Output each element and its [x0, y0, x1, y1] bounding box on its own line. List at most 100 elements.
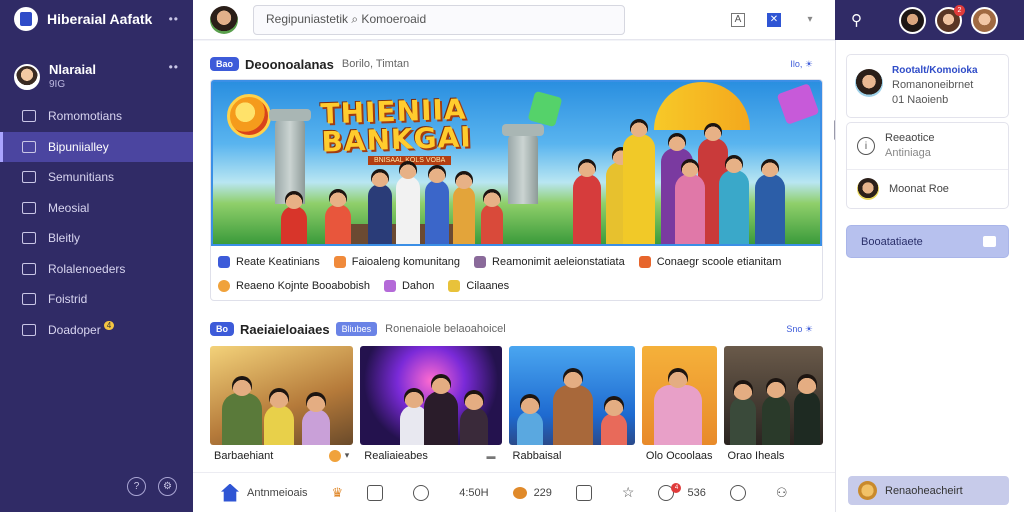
brand[interactable]: Hiberaial Aafatk •• — [0, 0, 193, 38]
video-title: Orao Iheals — [727, 449, 785, 462]
coin-icon — [858, 481, 877, 500]
sidebar-item-5[interactable]: Rolalenoeders — [0, 254, 193, 285]
profile-card[interactable]: Rootalt/Komoioka Romanoneibrnet 01 Naoie… — [846, 54, 1009, 118]
umbrella-graphic — [654, 82, 750, 130]
bottom-toolbar: Antnmeioais ♛ 4:50H 229 ☆ 4 536 ⚇ — [193, 472, 835, 512]
feature-tags: Reate Keatinians Faioaleng komunitang Re… — [211, 246, 822, 300]
card-title[interactable]: Rootalt/Komoioka — [892, 63, 978, 78]
sidebar-item-3[interactable]: Meosial — [0, 193, 193, 224]
sidebar-item-label: Bipuniialley — [48, 139, 109, 154]
profile[interactable]: Nlaraial 9IG •• — [0, 38, 193, 100]
section-tag[interactable]: Bliubes — [335, 322, 378, 336]
video-thumbnail[interactable] — [723, 346, 824, 445]
bottom-item-notifications[interactable]: 4 536 — [658, 482, 706, 501]
video-title: Barbaehiant — [214, 449, 274, 462]
bottom-item-trophy[interactable]: ♛ — [332, 485, 344, 501]
sidebar-item-4[interactable]: Bleitly — [0, 223, 193, 254]
info-icon: i — [857, 137, 875, 155]
featured-banner[interactable]: THIENIIA BANKGAI BNISAAL KOLS VOBA — [211, 80, 822, 246]
chevron-down-icon[interactable]: ▾ — [345, 450, 350, 461]
search-input[interactable] — [266, 12, 624, 27]
feature-tag[interactable]: Conaegr scoole etianitam — [638, 256, 782, 268]
home-icon — [22, 110, 36, 123]
section-subtitle: Borilo, Timtan — [341, 58, 410, 70]
feature-tag[interactable]: Dahon — [383, 280, 434, 292]
feature-tag[interactable]: Faioaleng komunitang — [333, 256, 460, 268]
ball-icon — [227, 94, 271, 138]
section-more-link[interactable]: Ilo, ☀ — [790, 59, 813, 70]
primary-action-button[interactable]: Booatatiaete — [846, 225, 1009, 258]
banner-title-line2: BANKGAI — [320, 120, 473, 159]
chevron-down-icon[interactable]: ▾ — [803, 13, 817, 27]
feature-tag[interactable]: Reaeno Kojnte Booabobish — [218, 280, 370, 292]
main-content: Bao Deoonoalanas Borilo, Timtan Ilo, ☀ T… — [193, 41, 835, 512]
feature-tag-label: Cilaanes — [466, 280, 510, 292]
tag-icon — [333, 256, 346, 268]
video-card[interactable]: Orao Iheals — [723, 346, 824, 466]
list-icon — [22, 171, 36, 184]
avatar[interactable] — [210, 5, 238, 34]
section-more-link[interactable]: Sno ☀ — [786, 324, 813, 335]
gem-icon — [527, 90, 563, 128]
video-card[interactable]: Realiaieabes ▬ — [360, 346, 502, 466]
banner-title: THIENIIA BANKGAI — [320, 93, 473, 159]
sidebar-item-label: Bleitly — [48, 231, 81, 246]
bottom-item-label: Antnmeioais — [247, 486, 308, 499]
bottom-item-edit[interactable] — [367, 484, 389, 501]
sidebar-item-2[interactable]: Semunitians — [0, 162, 193, 193]
character — [675, 159, 705, 244]
bottom-item-star[interactable]: ☆ — [622, 484, 635, 501]
video-card[interactable]: Barbaehiant ▾ — [210, 346, 354, 466]
video-card[interactable]: Rabbaisal — [508, 346, 635, 466]
help-icon[interactable]: ? — [127, 477, 146, 496]
button-label: Renaoheacheirt — [885, 484, 963, 497]
notification-badge: 2 — [954, 4, 965, 16]
tag-icon — [448, 280, 461, 292]
section-header-featured: Bao Deoonoalanas Borilo, Timtan Ilo, ☀ — [210, 55, 823, 73]
character — [755, 159, 785, 244]
bottom-item-chat[interactable] — [413, 484, 435, 501]
info-row[interactable]: Moonat Roe — [847, 170, 1008, 208]
section-pill: Bao — [210, 57, 240, 71]
video-thumbnail[interactable] — [210, 346, 354, 445]
character — [325, 189, 351, 244]
video-card-list: Barbaehiant ▾ Realiaieabes ▬ Rabbaisal Olo… — [210, 346, 824, 466]
bottom-item-home[interactable]: Antnmeioais — [221, 483, 308, 502]
avatar[interactable] — [899, 6, 926, 34]
bottom-action-button[interactable]: Renaoheacheirt — [848, 476, 1009, 505]
search-bar[interactable] — [253, 4, 625, 35]
more-icon[interactable]: •• — [169, 12, 179, 26]
card-line: Romanoneibrnet — [892, 79, 974, 91]
sidebar-item-7[interactable]: Doadoper 4 — [0, 315, 193, 346]
avatar[interactable] — [971, 6, 998, 34]
feature-tag-label: Conaegr scoole etianitam — [656, 256, 782, 268]
search-icon[interactable]: ⚲ — [851, 11, 875, 29]
info-title: Reeaotice — [885, 132, 935, 144]
feature-tag[interactable]: Cilaanes — [448, 280, 509, 292]
sidebar-item-1[interactable]: Bipuniialley — [0, 131, 193, 162]
bottom-item-message[interactable] — [575, 484, 598, 501]
feature-tag[interactable]: Reate Keatinians — [218, 256, 320, 268]
bottom-item-user[interactable]: ⚇ — [776, 485, 788, 501]
info-row[interactable]: i Reeaotice Antiniaga — [847, 123, 1008, 169]
character — [368, 169, 392, 244]
profile-more-icon[interactable]: •• — [169, 60, 179, 74]
sidebar-item-label: Semunitians — [48, 170, 115, 185]
text-tool-icon[interactable]: A — [731, 12, 745, 27]
featured-card[interactable]: THIENIIA BANKGAI BNISAAL KOLS VOBA Reate… — [210, 79, 823, 301]
video-thumbnail[interactable] — [360, 346, 502, 445]
video-card[interactable]: Olo Ocoolaas — [641, 346, 717, 466]
info-title: Moonat Roe — [889, 182, 949, 195]
bottom-item-clock[interactable] — [729, 484, 752, 501]
sidebar-item-0[interactable]: Romomotians — [0, 101, 193, 132]
settings-icon[interactable]: ⚙ — [158, 477, 177, 496]
video-thumbnail[interactable] — [508, 346, 635, 445]
bottom-item-coins[interactable]: 229 — [512, 486, 552, 499]
sidebar-item-6[interactable]: Foistrid — [0, 284, 193, 315]
message-icon — [575, 484, 592, 501]
feature-tag[interactable]: Reamonimit aeleionstatiata — [474, 256, 625, 268]
video-thumbnail[interactable] — [641, 346, 717, 445]
image-tool-icon[interactable]: ✕ — [767, 12, 781, 27]
avatar[interactable]: 2 — [935, 4, 965, 34]
character — [623, 119, 655, 244]
